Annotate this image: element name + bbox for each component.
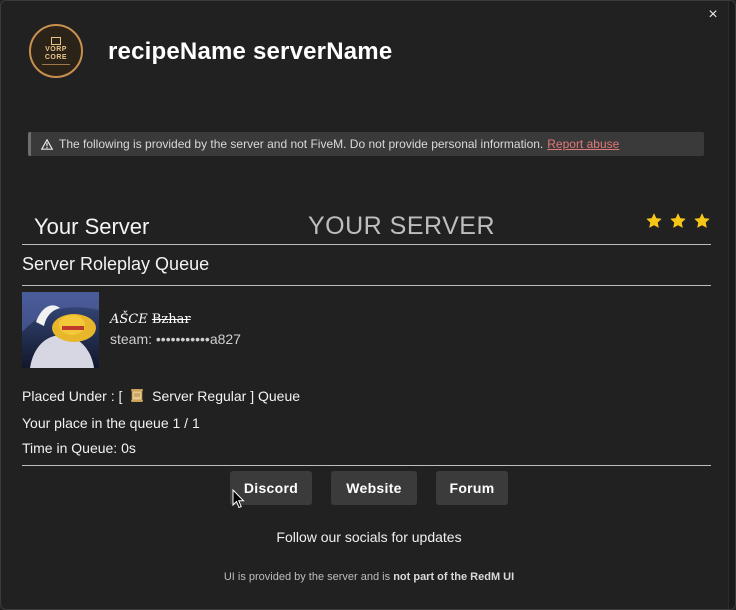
queue-time: Time in Queue: 0s: [22, 440, 136, 456]
scroll-icon: [130, 386, 144, 411]
user-name-prefix: AŠCE: [110, 312, 148, 327]
divider: [22, 465, 711, 466]
user-card: AŠCE Bzhar steam: •••••••••••a827: [22, 292, 711, 384]
social-buttons: Discord Website Forum: [1, 471, 735, 505]
steam-id: steam: •••••••••••a827: [110, 331, 241, 347]
server-banner: YOUR SERVER: [308, 212, 496, 240]
placed-prefix: Placed Under : [: [22, 388, 123, 404]
website-button[interactable]: Website: [331, 471, 417, 505]
user-name-struck: Bzhar: [151, 312, 191, 327]
close-button[interactable]: ×: [705, 7, 721, 23]
server-logo: VORP CORE: [29, 24, 83, 78]
server-header-row: Your Server YOUR SERVER: [22, 206, 711, 244]
queue-info: Placed Under : [ Server Regular ] Queue …: [22, 384, 711, 461]
footer-bold: not part of the RedM UI: [393, 571, 515, 583]
server-notice: The following is provided by the server …: [28, 132, 704, 156]
server-rating: [645, 212, 711, 230]
logo-text-line2: CORE: [44, 54, 68, 61]
queue-content: Your Server YOUR SERVER Server Roleplay …: [22, 206, 711, 466]
queue-window: × VORP CORE recipeName serverName The fo…: [0, 0, 736, 610]
forum-button[interactable]: Forum: [436, 471, 508, 505]
notice-text: The following is provided by the server …: [59, 137, 544, 151]
star-icon: [694, 213, 710, 228]
follow-text: Follow our socials for updates: [276, 529, 462, 545]
queue-position: Your place in the queue 1 / 1: [22, 415, 200, 431]
report-abuse-link[interactable]: Report abuse: [547, 137, 619, 151]
queue-title: Server Roleplay Queue: [22, 254, 210, 274]
logo-text-line1: VORP: [45, 46, 67, 53]
page-title: recipeName serverName: [108, 38, 393, 65]
server-name: Your Server: [34, 214, 150, 239]
mouse-cursor-icon: [232, 489, 245, 509]
logo-mark-icon: [51, 37, 61, 45]
footer-disclaimer: UI is provided by the server and is not …: [1, 571, 735, 583]
close-icon: ×: [708, 6, 718, 23]
avatar: [22, 292, 99, 368]
placed-under: Placed Under : [ Server Regular ] Queue: [22, 384, 711, 411]
logo-underline: [42, 64, 70, 65]
placed-tier: Server Regular ] Queue: [152, 388, 301, 404]
footer-prefix: UI is provided by the server and is: [223, 571, 391, 583]
warning-icon: [41, 138, 53, 150]
window-edge: [728, 1, 735, 609]
divider: [22, 285, 711, 286]
divider: [22, 244, 711, 245]
user-name: AŠCE Bzhar: [110, 312, 191, 327]
star-icon: [670, 213, 686, 228]
star-icon: [646, 213, 662, 228]
